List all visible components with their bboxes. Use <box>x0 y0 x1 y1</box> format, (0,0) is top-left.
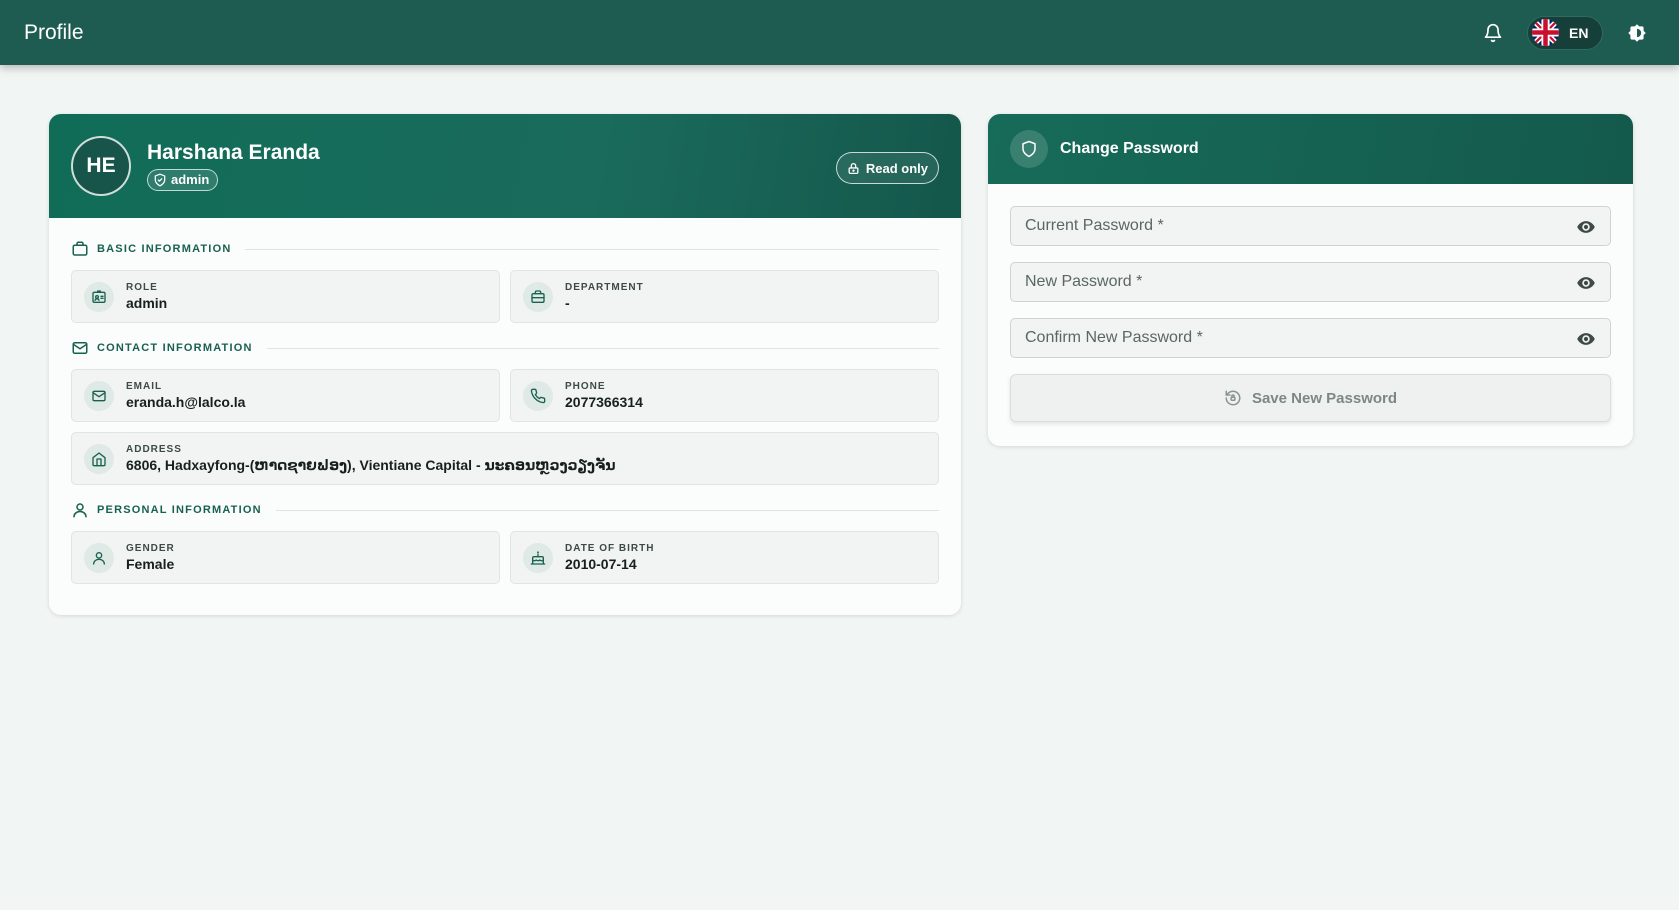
change-password-form: Save New Password <box>988 184 1633 422</box>
confirm-password-wrapper <box>1010 318 1611 358</box>
read-only-badge: Read only <box>835 152 939 184</box>
field-value: eranda.h@lalco.la <box>126 394 246 410</box>
date-of-birth-field: DATE OF BIRTH 2010-07-14 <box>510 531 939 584</box>
phone-field: PHONE 2077366314 <box>510 369 939 422</box>
profile-header: HE Harshana Eranda admin Read only <box>49 114 961 218</box>
section-title: BASIC INFORMATION <box>97 243 232 255</box>
new-password-input[interactable] <box>1011 263 1610 301</box>
shield-check-icon <box>154 173 166 186</box>
section-title: PERSONAL INFORMATION <box>97 504 262 516</box>
section-divider <box>266 347 939 349</box>
section-divider <box>245 248 939 250</box>
mail-icon <box>72 342 88 354</box>
lock-reset-icon <box>1225 390 1241 406</box>
profile-name: Harshana Eranda <box>147 140 320 164</box>
field-value: 2077366314 <box>565 394 643 410</box>
basic-fields: ROLE admin DEPARTMENT - <box>71 270 939 323</box>
profile-card: HE Harshana Eranda admin Read only BASIC… <box>49 114 961 615</box>
change-password-title: Change Password <box>1060 140 1199 157</box>
field-label: DATE OF BIRTH <box>565 543 655 554</box>
role-field: ROLE admin <box>71 270 500 323</box>
section-personal-information: PERSONAL INFORMATION <box>71 497 939 523</box>
mail-icon <box>84 380 114 411</box>
change-password-header: Change Password <box>988 114 1633 184</box>
person-icon <box>84 542 114 573</box>
section-basic-information: BASIC INFORMATION <box>71 236 939 262</box>
change-password-card: Change Password Save New Password <box>988 114 1633 446</box>
shield-icon <box>1010 130 1048 168</box>
contact-fields: EMAIL eranda.h@lalco.la PHONE 2077366314 <box>71 369 939 422</box>
phone-icon <box>523 380 553 411</box>
uk-flag-icon <box>1532 19 1559 46</box>
person-icon <box>73 503 87 518</box>
field-label: DEPARTMENT <box>565 282 644 293</box>
gender-field: GENDER Female <box>71 531 500 584</box>
role-badge: admin <box>147 168 219 191</box>
field-label: ROLE <box>126 282 158 293</box>
briefcase-icon <box>72 241 88 256</box>
role-badge-label: admin <box>171 172 210 187</box>
home-icon <box>84 443 114 474</box>
section-contact-information: CONTACT INFORMATION <box>71 335 939 361</box>
current-password-wrapper <box>1010 206 1611 246</box>
field-label: GENDER <box>126 543 175 554</box>
page-title: Profile <box>24 20 84 44</box>
personal-fields: GENDER Female DATE OF BIRTH 2010-07-14 <box>71 531 939 584</box>
department-field: DEPARTMENT - <box>510 270 939 323</box>
field-value: 6806, Hadxayfong-(ຫາດຊາຍຟອງ), Vientiane … <box>126 456 616 473</box>
field-value: - <box>565 295 570 311</box>
profile-name-block: Harshana Eranda admin <box>147 141 320 192</box>
brightness-icon <box>1628 23 1646 42</box>
id-card-icon <box>84 281 114 312</box>
email-field: EMAIL eranda.h@lalco.la <box>71 369 500 422</box>
confirm-password-input[interactable] <box>1011 319 1610 357</box>
app-bar: Profile EN <box>0 0 1679 65</box>
save-new-password-label: Save New Password <box>1251 389 1398 407</box>
avatar: HE <box>71 136 131 196</box>
notifications-button[interactable] <box>1475 15 1511 51</box>
new-password-wrapper <box>1010 262 1611 302</box>
cake-icon <box>523 542 553 573</box>
eye-icon[interactable] <box>1576 273 1596 293</box>
read-only-label: Read only <box>865 160 928 176</box>
eye-icon[interactable] <box>1576 217 1596 237</box>
bell-icon <box>1484 23 1502 42</box>
save-new-password-button[interactable]: Save New Password <box>1010 374 1611 422</box>
briefcase-icon <box>523 281 553 312</box>
field-value: 2010-07-14 <box>565 556 637 572</box>
field-label: EMAIL <box>126 381 163 392</box>
field-label: ADDRESS <box>126 443 182 455</box>
field-value: Female <box>126 556 175 572</box>
profile-body: BASIC INFORMATION ROLE admin DEPARTMENT <box>49 218 961 584</box>
eye-icon[interactable] <box>1576 329 1596 349</box>
language-selector[interactable]: EN <box>1527 15 1603 50</box>
theme-toggle-button[interactable] <box>1619 15 1655 51</box>
section-title: CONTACT INFORMATION <box>97 342 253 354</box>
app-bar-actions: EN <box>1475 15 1655 51</box>
address-field: ADDRESS 6806, Hadxayfong-(ຫາດຊາຍຟອງ), Vi… <box>71 432 939 485</box>
section-divider <box>275 509 939 511</box>
current-password-input[interactable] <box>1011 207 1610 245</box>
field-label: PHONE <box>565 381 606 392</box>
language-code: EN <box>1569 24 1589 41</box>
field-value: admin <box>126 295 168 311</box>
lock-icon <box>848 162 859 174</box>
